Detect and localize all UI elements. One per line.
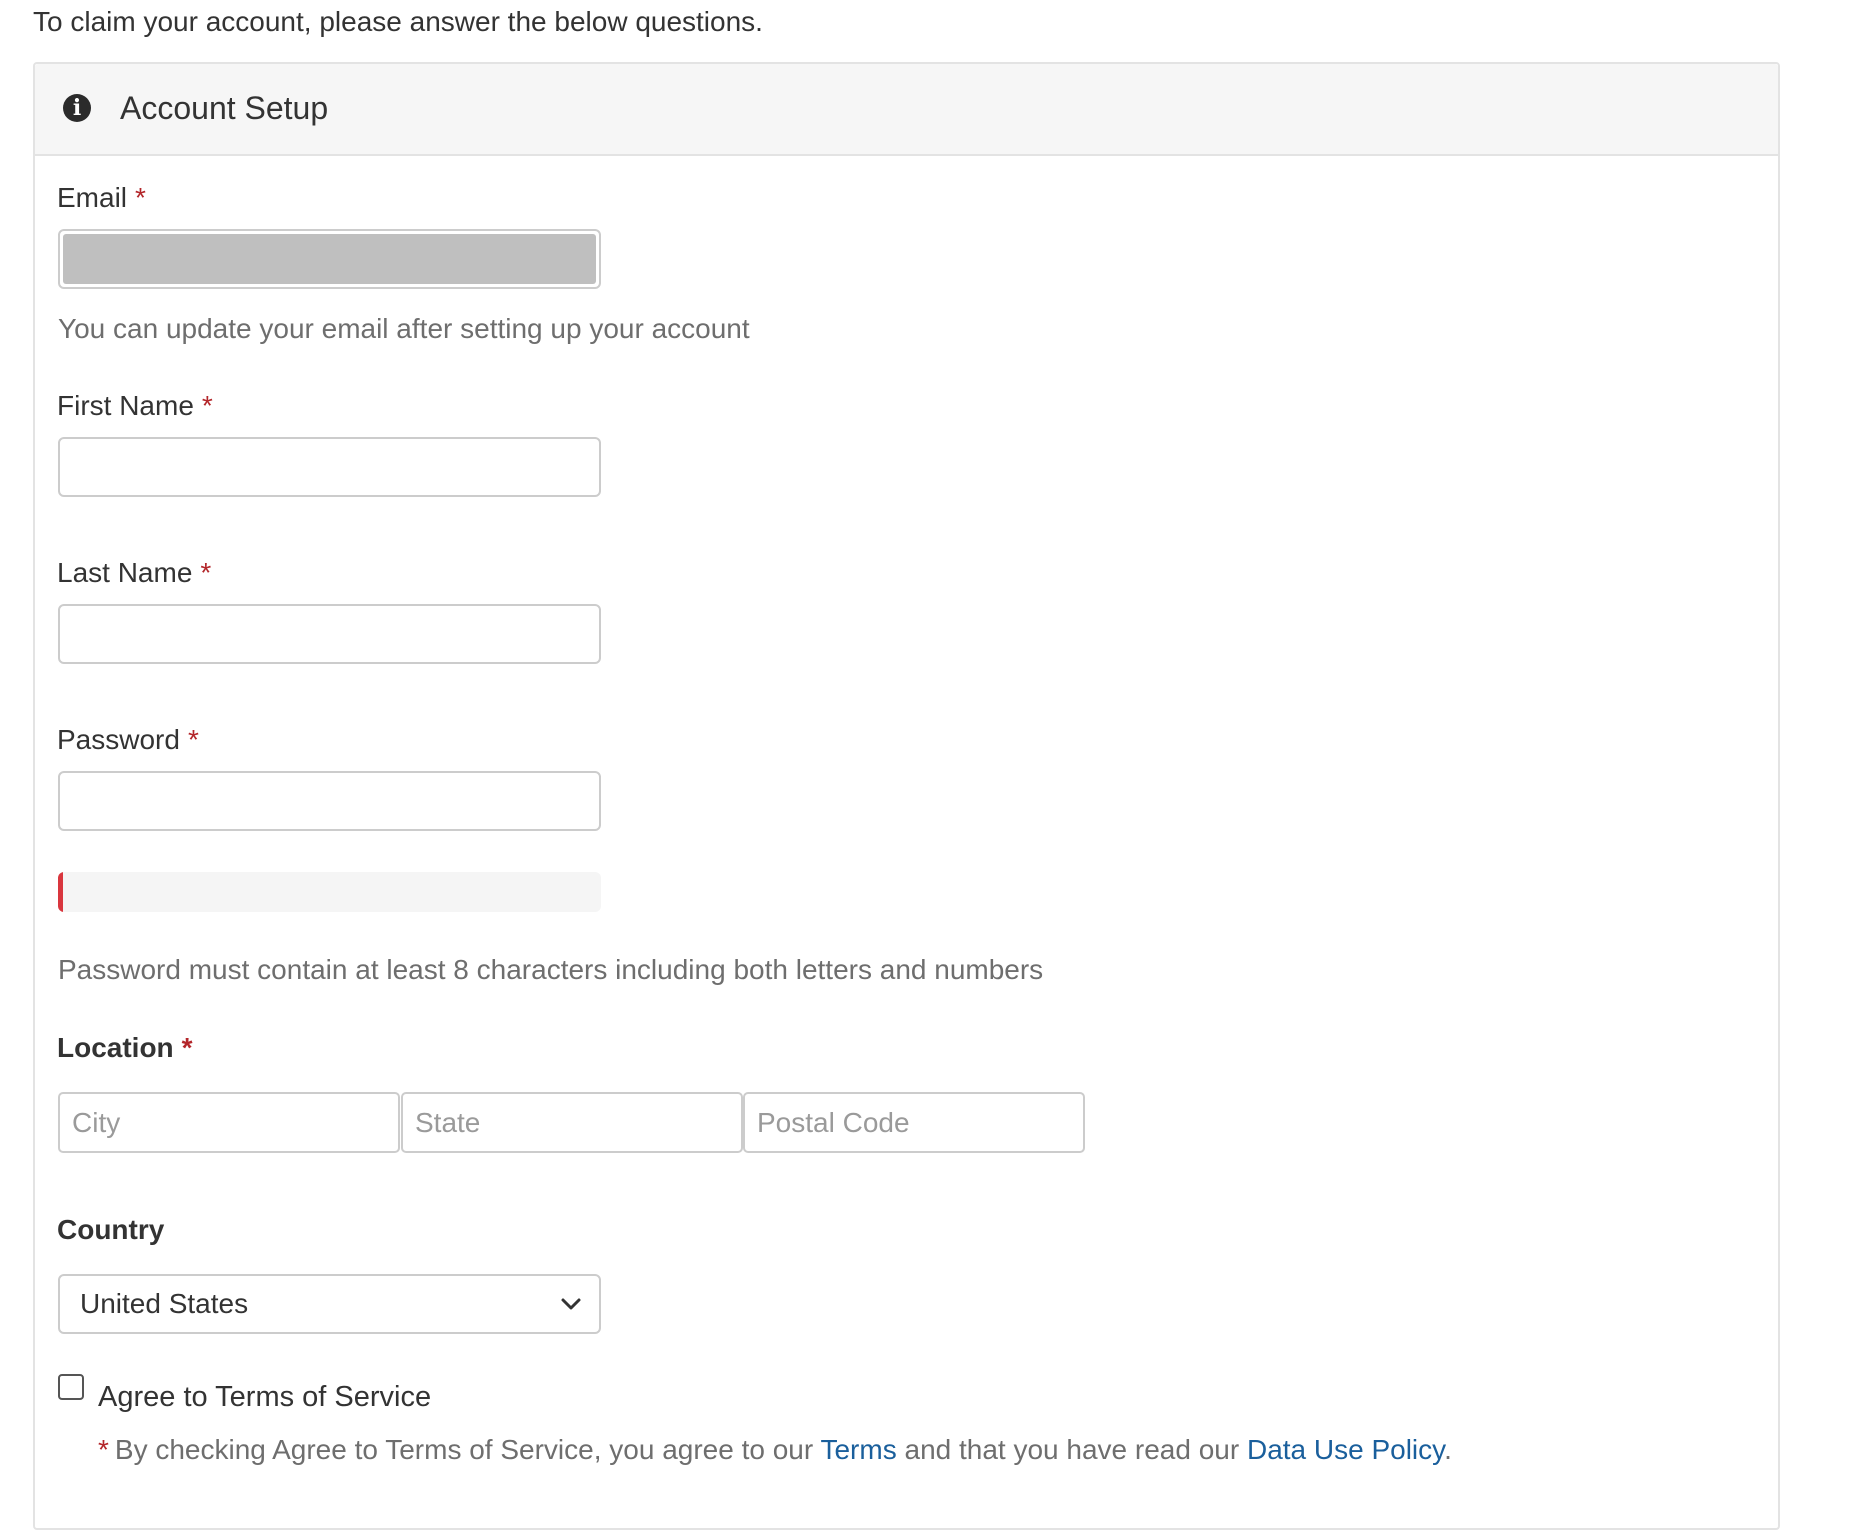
password-label: Password * <box>57 722 199 758</box>
required-asterisk: * <box>201 390 213 421</box>
terms-checkbox-label[interactable]: Agree to Terms of Service <box>98 1378 431 1416</box>
postal-code-input[interactable] <box>743 1092 1085 1153</box>
terms-checkbox[interactable] <box>58 1374 84 1400</box>
terms-note-middle: and that you have read our <box>896 1434 1247 1465</box>
first-name-label-text: First Name <box>57 390 194 421</box>
required-asterisk: * <box>200 557 212 588</box>
terms-note: * By checking Agree to Terms of Service, … <box>98 1432 1452 1468</box>
city-input[interactable] <box>58 1092 400 1153</box>
terms-note-end: . <box>1444 1434 1452 1465</box>
location-label-text: Location <box>57 1032 174 1063</box>
state-input[interactable] <box>401 1092 743 1153</box>
intro-text: To claim your account, please answer the… <box>33 6 763 37</box>
chevron-down-icon <box>561 1298 581 1310</box>
first-name-input[interactable] <box>58 437 601 497</box>
email-field-value <box>63 234 596 284</box>
required-asterisk: * <box>181 1032 193 1063</box>
email-label: Email * <box>57 180 146 216</box>
last-name-input[interactable] <box>58 604 601 664</box>
password-label-text: Password <box>57 724 180 755</box>
data-use-policy-link[interactable]: Data Use Policy <box>1247 1434 1444 1465</box>
terms-link[interactable]: Terms <box>820 1434 896 1465</box>
required-asterisk: * <box>98 1434 109 1465</box>
info-circle-icon: i <box>63 94 91 122</box>
first-name-label: First Name * <box>57 388 213 424</box>
email-field <box>58 229 601 289</box>
email-help-text: You can update your email after setting … <box>58 313 750 344</box>
required-asterisk: * <box>187 724 199 755</box>
password-strength-meter <box>58 872 601 912</box>
required-asterisk: * <box>135 182 146 213</box>
country-label: Country <box>57 1214 165 1245</box>
last-name-label: Last Name * <box>57 555 211 591</box>
password-help-text: Password must contain at least 8 charact… <box>58 954 1044 985</box>
password-input[interactable] <box>58 771 601 831</box>
location-label: Location * <box>57 1030 193 1066</box>
last-name-label-text: Last Name <box>57 557 193 588</box>
panel-heading: i Account Setup <box>35 64 1778 156</box>
country-selected-value: United States <box>80 1288 249 1319</box>
panel-title: Account Setup <box>120 90 329 126</box>
email-label-text: Email <box>57 182 128 213</box>
terms-note-text: By checking Agree to Terms of Service, y… <box>114 1434 821 1465</box>
country-select[interactable]: United States <box>58 1274 601 1334</box>
password-strength-fill <box>58 872 64 912</box>
